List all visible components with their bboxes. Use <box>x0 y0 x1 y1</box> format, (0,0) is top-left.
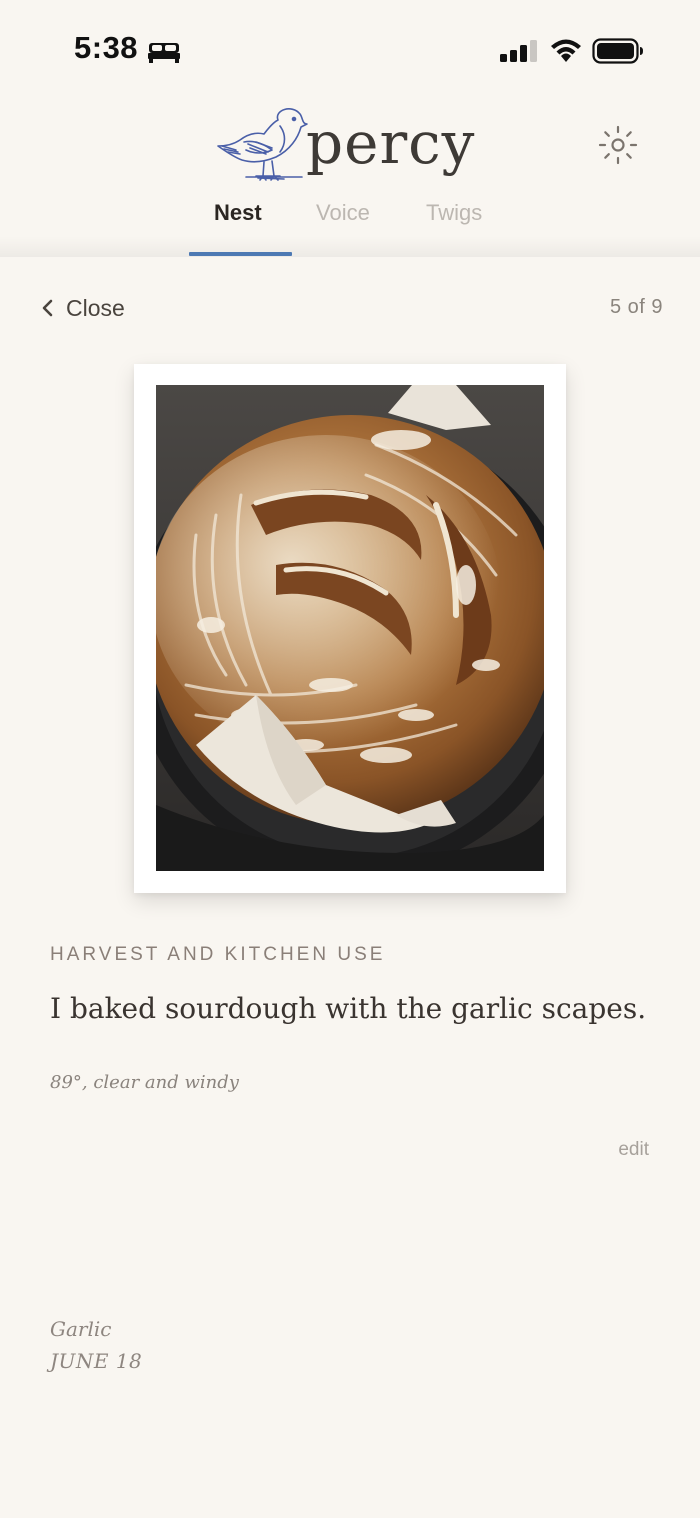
status-time: 5:38 <box>74 30 139 65</box>
sun-settings-icon[interactable] <box>598 125 638 165</box>
tab-nest[interactable]: Nest <box>214 200 262 226</box>
photo-frame <box>134 364 566 893</box>
wifi-icon <box>551 39 581 62</box>
tab-voice[interactable]: Voice <box>316 200 370 226</box>
entry-pager: 5 of 9 <box>609 296 663 318</box>
entry-plant: Garlic <box>50 1317 112 1341</box>
bird-logo-icon <box>217 108 308 181</box>
edit-link[interactable]: edit <box>618 1139 649 1161</box>
entry-photo[interactable] <box>156 385 544 871</box>
status-bar: 5:38 <box>0 0 700 100</box>
app-logo-text: percy <box>306 109 476 177</box>
tab-twigs[interactable]: Twigs <box>426 200 482 226</box>
entry-text: I baked sourdough with the garlic scapes… <box>50 992 647 1025</box>
bed-icon <box>148 43 180 63</box>
cellular-signal-icon <box>500 40 537 62</box>
active-tab-indicator <box>189 252 292 256</box>
header-shadow <box>0 236 700 258</box>
entry-date: JUNE 18 <box>50 1349 143 1373</box>
close-button[interactable]: Close <box>40 292 125 324</box>
entry-weather: 89°, clear and windy <box>50 1072 239 1093</box>
entry-category: HARVEST AND KITCHEN USE <box>50 944 386 965</box>
battery-icon <box>592 38 643 64</box>
chevron-left-icon <box>42 299 53 317</box>
close-label: Close <box>66 294 125 321</box>
